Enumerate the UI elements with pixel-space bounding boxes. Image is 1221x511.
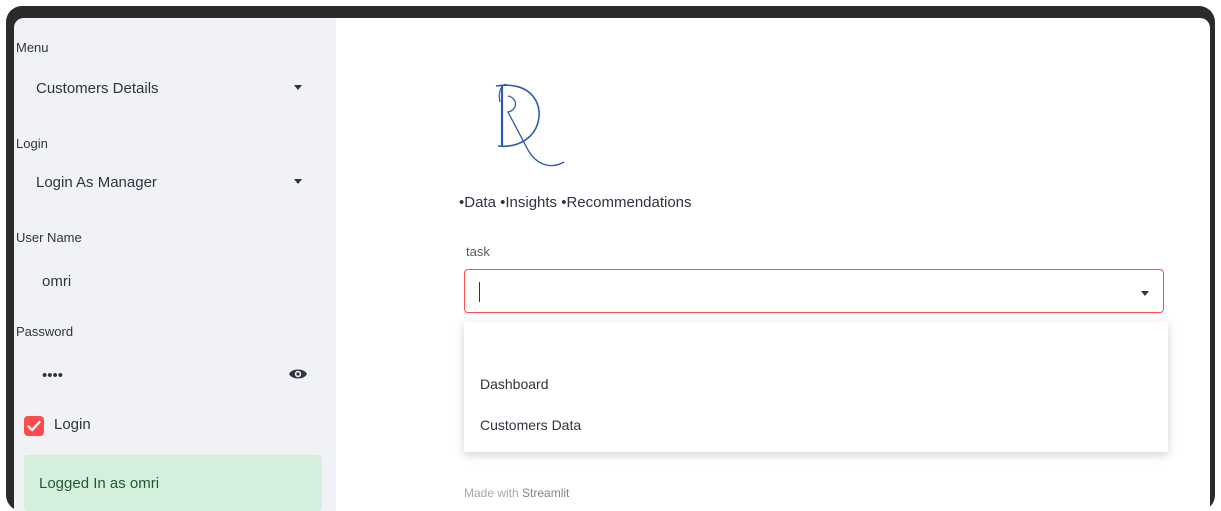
login-select-value: Login As Manager	[36, 173, 157, 191]
option-dashboard[interactable]: Dashboard	[480, 376, 549, 392]
chevron-down-icon	[1141, 291, 1149, 296]
menu-label: Menu	[16, 40, 49, 55]
eye-icon[interactable]	[288, 367, 308, 381]
login-checkbox-label: Login	[54, 416, 91, 433]
streamlit-link[interactable]: Streamlit	[522, 486, 569, 500]
app-screen: Menu Customers Details Login Login As Ma…	[14, 18, 1210, 511]
chevron-down-icon	[294, 179, 302, 184]
task-label: task	[466, 244, 490, 259]
login-checkbox[interactable]	[24, 416, 44, 436]
footer-prefix: Made with	[464, 486, 523, 500]
chevron-down-icon	[294, 85, 302, 90]
menu-select[interactable]: Customers Details	[26, 68, 310, 108]
password-input[interactable]: ••••	[26, 355, 308, 395]
password-value: ••••	[42, 366, 64, 384]
menu-select-value: Customers Details	[36, 79, 159, 97]
check-icon	[27, 420, 41, 432]
option-customers-data[interactable]: Customers Data	[480, 417, 581, 433]
text-cursor	[479, 282, 480, 302]
task-dropdown-menu: Dashboard Customers Data	[464, 322, 1168, 452]
username-label: User Name	[16, 230, 82, 245]
username-value: omri	[42, 272, 72, 290]
footer: Made with Streamlit	[464, 486, 569, 500]
logo	[495, 83, 565, 167]
success-message: Logged In as omri	[39, 475, 160, 492]
username-input[interactable]: omri	[26, 261, 308, 301]
tagline: •Data •Insights •Recommendations	[459, 194, 692, 211]
login-label: Login	[16, 136, 48, 151]
password-label: Password	[16, 324, 74, 339]
login-select[interactable]: Login As Manager	[26, 162, 310, 202]
task-select[interactable]	[464, 269, 1164, 313]
sidebar: Menu Customers Details Login Login As Ma…	[14, 18, 336, 511]
success-alert: Logged In as omri	[24, 455, 322, 511]
